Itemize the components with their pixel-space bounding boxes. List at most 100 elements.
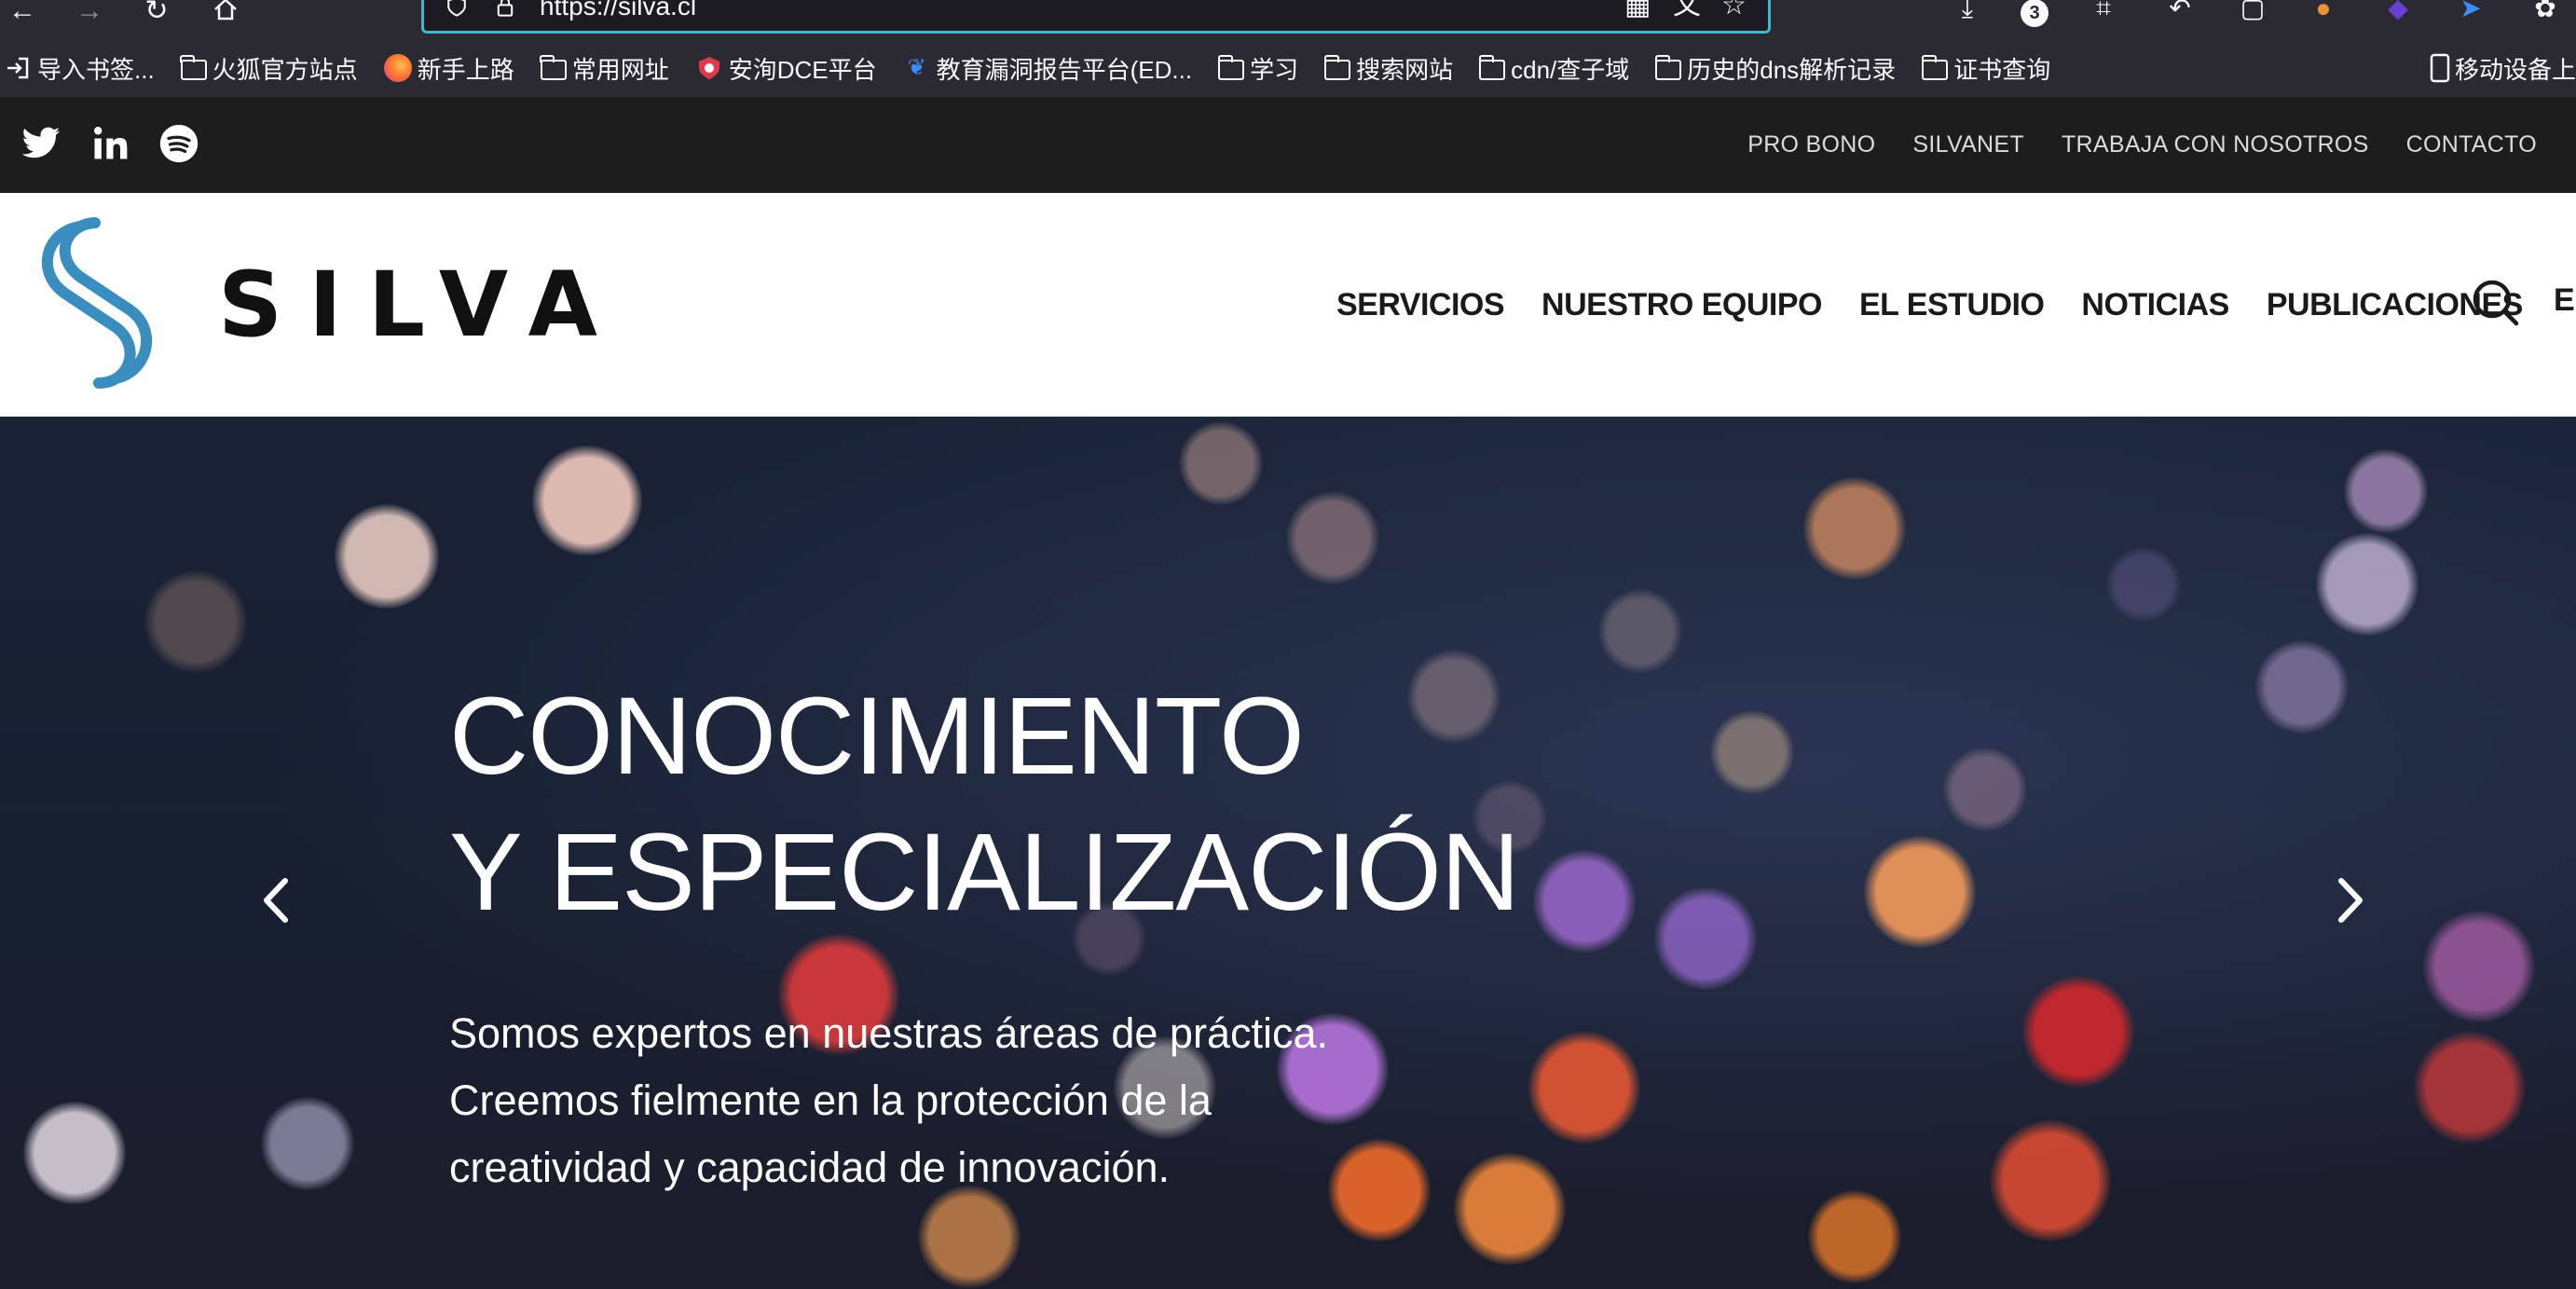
language-switch[interactable]: E [2554,282,2575,319]
bokeh-light [1943,747,2027,831]
nav-nuestro-equipo[interactable]: NUESTRO EQUIPO [1541,287,1822,323]
extension-cursor-icon[interactable]: ➤ [2455,0,2487,26]
bokeh-light [2022,976,2134,1088]
top-links: PRO BONO SILVANET TRABAJA CON NOSOTROS C… [1747,97,2537,193]
main-nav: SERVICIOS NUESTRO EQUIPO EL ESTUDIO NOTI… [1336,193,2523,417]
bookmark-dns-history[interactable]: 历史的dns解析记录 [1654,51,1897,86]
link-trabaja[interactable]: TRABAJA CON NOSOTROS [2062,131,2369,158]
back-icon[interactable]: ← [4,0,41,28]
badge-count: 3 [2021,0,2048,27]
bokeh-light [144,570,247,673]
silva-logo-icon[interactable] [26,217,158,391]
bookmark-label: 火狐官方站点 [212,55,358,84]
bookmark-label: 导入书签... [37,55,155,84]
bookmark-common-sites[interactable]: 常用网址 [540,51,669,86]
twitter-icon[interactable] [21,123,62,164]
slider-next-arrow-icon[interactable] [2326,868,2373,933]
hero-description: Somos expertos en nuestras áreas de prác… [449,1009,1329,1191]
folder-icon [180,55,207,80]
crop-icon[interactable]: ⌗ [2088,0,2119,26]
bookmark-mobile[interactable]: 移动设备上 [2429,39,2576,97]
nav-servicios[interactable]: SERVICIOS [1336,287,1505,323]
site-header: SILVA SERVICIOS NUESTRO EQUIPO EL ESTUDI… [0,193,2576,417]
site-topbar: PRO BONO SILVANET TRABAJA CON NOSOTROS C… [0,97,2576,193]
bookmark-firefox-official[interactable]: 火狐官方站点 [180,51,358,86]
bokeh-light [2344,449,2428,533]
bokeh-light [1179,421,1263,505]
link-silvanet[interactable]: SILVANET [1912,131,2024,158]
bokeh-light [1864,836,1976,948]
bookmark-cert-query[interactable]: 证书查询 [1921,51,2051,86]
bookmark-label: 证书查询 [1953,55,2051,84]
qr-code-icon[interactable]: ▦ [1624,0,1651,20]
linkedin-icon[interactable] [89,123,130,164]
link-pro-bono[interactable]: PRO BONO [1747,131,1875,158]
bookmark-getting-started[interactable]: 新手上路 [383,51,514,86]
search-icon[interactable] [2470,277,2522,329]
slider-prev-arrow-icon[interactable] [253,868,300,933]
link-contacto[interactable]: CONTACTO [2406,131,2537,158]
download-icon[interactable]: ⤓ [1952,0,1983,26]
bookmarks-bar: 导入书签... 火狐官方站点 新手上路 常用网址 安洵DCE平台 ❦ 教育漏洞报… [0,39,2576,97]
hero-title: CONOCIMIENTO Y ESPECIALIZACIÓN [449,668,1520,940]
logo-text[interactable]: SILVA [218,258,623,351]
bookmark-dce-platform[interactable]: 安洵DCE平台 [695,51,877,86]
lock-icon[interactable] [491,0,519,18]
bookmark-label: 常用网址 [571,55,669,84]
folder-icon [1921,55,1949,80]
browser-toolbar: ← → ↻ https://silva.cl ▦ 文 ☆ ⤓ 3 ⌗ ↶ ▢ ●… [0,0,2576,39]
bookmark-label: 新手上路 [417,55,514,84]
url-bar[interactable]: https://silva.cl ▦ 文 ☆ [421,0,1771,34]
bokeh-light [1710,710,1794,794]
hero-title-line2: Y ESPECIALIZACIÓN [449,811,1520,934]
translate-icon[interactable]: 文 [1673,0,1701,20]
folder-icon [1323,55,1351,80]
bokeh-light [1654,887,1757,990]
bokeh-light [2414,1032,2526,1144]
home-icon[interactable] [207,0,244,22]
firefox-icon [383,54,412,82]
spotify-icon[interactable] [158,123,199,164]
bookmark-cdn[interactable]: cdn/查子域 [1478,51,1630,86]
bookmark-search-sites[interactable]: 搜索网站 [1323,51,1454,86]
folder-icon [1478,55,1506,80]
bokeh-light [261,1097,354,1190]
folder-icon [1654,55,1682,80]
mobile-device-icon [2430,53,2450,83]
url-text[interactable]: https://silva.cl [540,0,696,20]
bokeh-light [1803,477,1906,580]
shield-icon[interactable] [443,0,471,18]
bookmark-import[interactable]: 导入书签... [4,51,155,86]
bookmark-label: 历史的dns解析记录 [1687,55,1897,84]
nav-noticias[interactable]: NOTICIAS [2081,287,2229,323]
undo-icon[interactable]: ↶ [2164,0,2196,26]
cookie-icon[interactable]: ✿ [2529,0,2561,26]
hero-slider: CONOCIMIENTO Y ESPECIALIZACIÓN Somos exp… [0,417,2576,1289]
forward-icon[interactable]: → [71,0,108,28]
extension-badge-icon[interactable]: 3 [2019,0,2050,28]
bookmark-label: 学习 [1250,55,1299,84]
bokeh-light [1528,1032,1640,1144]
bokeh-light [2255,640,2349,734]
reload-icon[interactable]: ↻ [138,0,175,28]
bookmark-label: 安洵DCE平台 [728,55,877,84]
bokeh-light [2106,547,2181,622]
bookmark-edu-vuln[interactable]: ❦ 教育漏洞报告平台(ED... [903,51,1193,86]
nav-el-estudio[interactable]: EL ESTUDIO [1859,287,2045,323]
import-icon [7,57,29,79]
extension-fox-icon[interactable]: ● [2308,0,2339,26]
folder-icon [540,55,567,80]
bokeh-light [1990,1120,2111,1241]
reader-icon[interactable]: ▢ [2237,0,2268,26]
bokeh-light [1286,491,1379,584]
bookmark-label: cdn/查子域 [1511,55,1630,84]
hero-title-line1: CONOCIMIENTO [449,675,1305,798]
bookmark-study[interactable]: 学习 [1217,51,1299,86]
bokeh-light [1598,589,1682,673]
bookmark-label: 搜索网站 [1356,55,1454,84]
extension-purple-icon[interactable]: ◆ [2382,0,2414,26]
bokeh-light [2423,911,2535,1022]
bokeh-light [1533,850,1636,953]
folder-icon [1217,55,1245,80]
bookmark-star-icon[interactable]: ☆ [1721,0,1747,20]
